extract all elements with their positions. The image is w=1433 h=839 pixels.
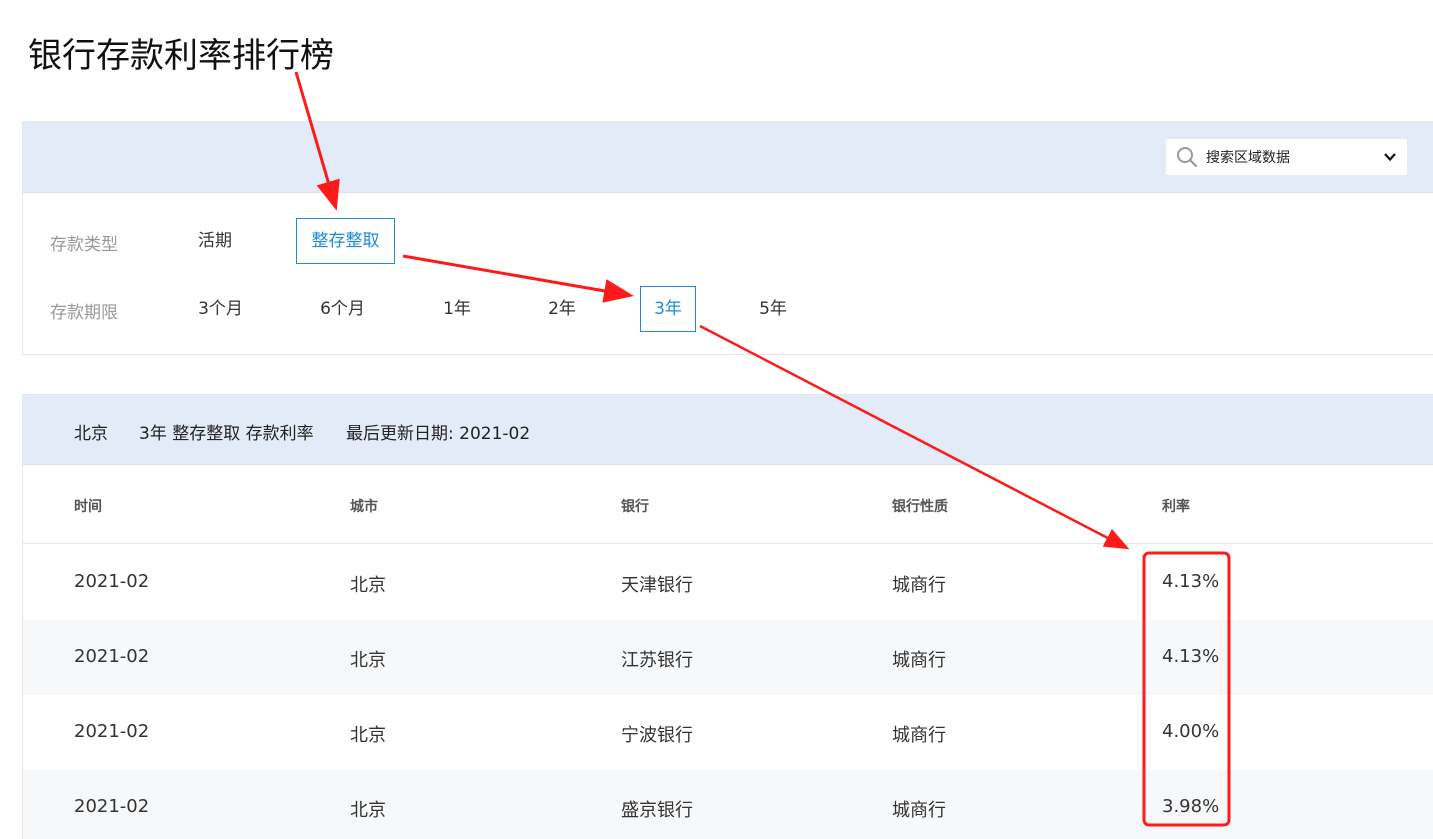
table-row: 2021-02 北京 宁波银行 城商行 4.00% — [23, 695, 1433, 770]
cell-rate: 4.13% — [1162, 571, 1220, 592]
term-option-6m[interactable]: 6个月 — [305, 286, 380, 332]
deposit-term-label: 存款期限 — [50, 303, 118, 323]
cell-rate: 4.00% — [1162, 721, 1220, 742]
cell-bank: 宁波银行 — [621, 725, 693, 746]
filter-header: 搜索区域数据 — [23, 122, 1433, 193]
cell-bank-type: 城商行 — [892, 650, 946, 671]
deposit-type-row: 存款类型 活期 整存整取 — [23, 218, 1433, 264]
result-header: 北京 3年 整存整取 存款利率 最后更新日期: 2021-02 — [23, 395, 1433, 465]
cell-bank: 江苏银行 — [621, 650, 693, 671]
table-row: 2021-02 北京 天津银行 城商行 4.13% — [23, 545, 1433, 620]
page-title: 银行存款利率排行榜 — [28, 36, 334, 76]
cell-time: 2021-02 — [74, 571, 150, 592]
cell-time: 2021-02 — [74, 796, 150, 817]
cell-city: 北京 — [350, 650, 386, 671]
cell-bank-type: 城商行 — [892, 800, 946, 821]
term-option-3m[interactable]: 3个月 — [183, 286, 258, 332]
result-description: 3年 整存整取 存款利率 — [139, 424, 314, 444]
cell-bank: 盛京银行 — [621, 800, 693, 821]
type-option-demand[interactable]: 活期 — [183, 218, 247, 264]
column-header-city: 城市 — [350, 499, 378, 515]
table-header: 时间 城市 银行 银行性质 利率 — [23, 466, 1433, 544]
cell-time: 2021-02 — [74, 721, 150, 742]
result-city: 北京 — [74, 424, 108, 444]
search-label: 搜索区域数据 — [1206, 150, 1290, 166]
term-option-2y[interactable]: 2年 — [534, 286, 590, 332]
term-option-1y[interactable]: 1年 — [429, 286, 485, 332]
cell-bank: 天津银行 — [621, 575, 693, 596]
column-header-rate: 利率 — [1162, 499, 1190, 515]
deposit-term-row: 存款期限 3个月 6个月 1年 2年 3年 5年 — [23, 286, 1433, 332]
region-search-select[interactable]: 搜索区域数据 — [1166, 139, 1407, 175]
cell-bank-type: 城商行 — [892, 725, 946, 746]
term-option-5y[interactable]: 5年 — [745, 286, 801, 332]
chevron-down-icon — [1384, 153, 1396, 162]
type-option-fixed[interactable]: 整存整取 — [296, 218, 395, 264]
term-option-3y[interactable]: 3年 — [640, 286, 696, 332]
cell-bank-type: 城商行 — [892, 575, 946, 596]
table-row: 2021-02 北京 盛京银行 城商行 3.98% — [23, 770, 1433, 839]
cell-city: 北京 — [350, 575, 386, 596]
cell-rate: 3.98% — [1162, 796, 1220, 817]
search-icon — [1177, 147, 1198, 168]
cell-city: 北京 — [350, 800, 386, 821]
cell-rate: 4.13% — [1162, 646, 1220, 667]
table-row: 2021-02 北京 江苏银行 城商行 4.13% — [23, 620, 1433, 695]
filter-card: 搜索区域数据 存款类型 活期 整存整取 存款期限 3个月 6个月 1年 2年 3… — [22, 121, 1433, 355]
last-updated: 最后更新日期: 2021-02 — [346, 424, 531, 444]
deposit-type-label: 存款类型 — [50, 235, 118, 255]
column-header-time: 时间 — [74, 499, 102, 515]
result-card: 北京 3年 整存整取 存款利率 最后更新日期: 2021-02 时间 城市 银行… — [22, 394, 1433, 839]
cell-time: 2021-02 — [74, 646, 150, 667]
cell-city: 北京 — [350, 725, 386, 746]
column-header-bank: 银行 — [621, 499, 649, 515]
column-header-bank-type: 银行性质 — [892, 499, 948, 515]
